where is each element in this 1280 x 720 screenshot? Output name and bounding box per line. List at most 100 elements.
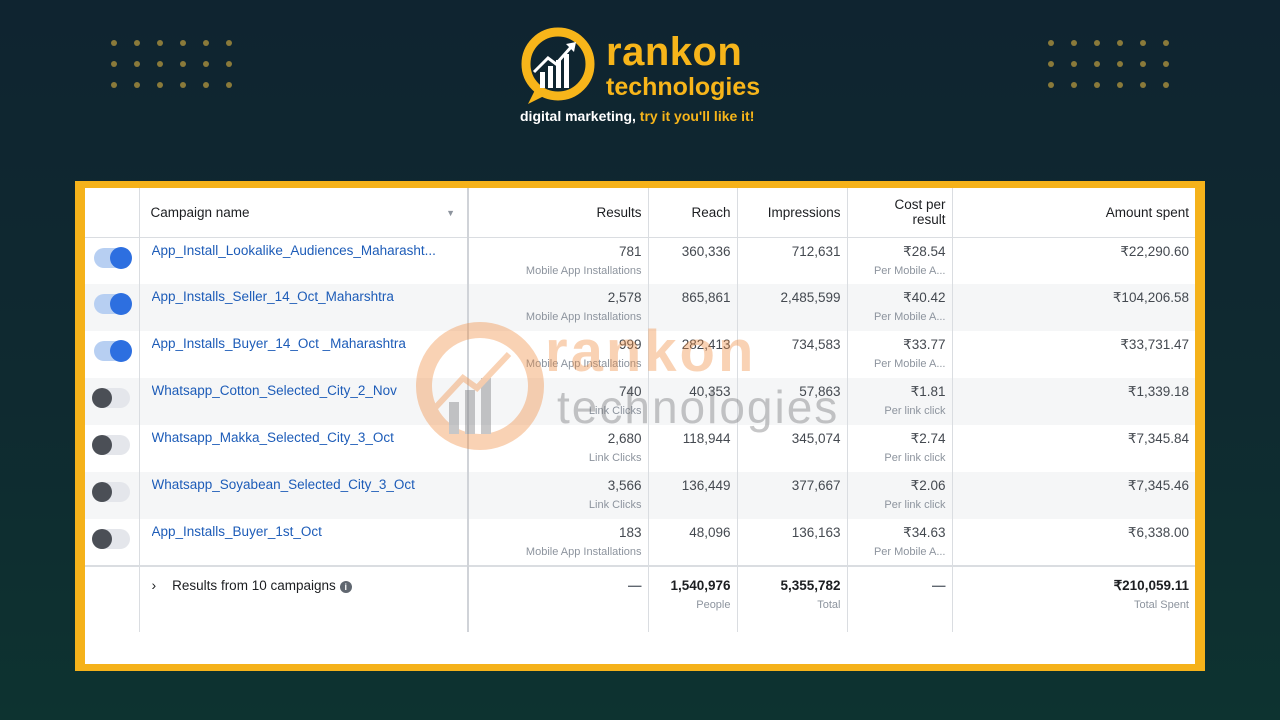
results-value: 740: [618, 384, 642, 399]
cost-type: Per link click: [884, 452, 946, 464]
summary-row: › Results from 10 campaigns i — 1,540,976…: [85, 565, 1195, 632]
cost-type: Per link click: [884, 405, 946, 417]
summary-label: Results from 10 campaigns: [172, 577, 336, 593]
campaign-toggle[interactable]: [93, 293, 132, 315]
campaign-name-link[interactable]: App_Installs_Seller_14_Oct_Maharshtra: [152, 289, 462, 304]
summary-amount-spent: ₹210,059.11: [1113, 578, 1189, 593]
cost-value: ₹34.63: [903, 525, 946, 540]
impressions-value: 57,863: [799, 384, 841, 399]
header-cost-line1: Cost per: [894, 197, 946, 213]
results-value: 2,578: [607, 290, 642, 305]
brand-logo: rankon technologies digital marketing, t…: [518, 26, 768, 128]
impressions-value: 734,583: [791, 337, 841, 352]
cost-type: Per Mobile A...: [873, 546, 946, 558]
summary-amount-spent-sub: Total Spent: [1133, 599, 1189, 611]
table-row: App_Installs_Buyer_1st_Oct 183 Mobile App…: [85, 519, 1195, 566]
reach-value: 282,413: [681, 337, 731, 352]
reach-value: 118,944: [682, 431, 731, 446]
results-value: 999: [618, 337, 642, 352]
decorative-dot-grid-left: [111, 40, 232, 88]
cost-value: ₹2.74: [910, 431, 946, 446]
campaign-name-link[interactable]: App_Install_Lookalike_Audiences_Maharash…: [152, 243, 462, 258]
campaign-name-link[interactable]: Whatsapp_Makka_Selected_City_3_Oct: [152, 430, 462, 445]
campaign-toggle[interactable]: [91, 482, 130, 502]
brand-subname: technologies: [606, 73, 761, 101]
amount-spent-value: ₹33,731.47: [1120, 337, 1189, 352]
reach-value: 360,336: [681, 243, 731, 259]
campaign-toggle[interactable]: [91, 529, 130, 549]
impressions-value: 136,163: [791, 525, 841, 540]
header-results[interactable]: Results: [468, 188, 649, 238]
tagline-accent: try it you'll like it!: [635, 108, 755, 124]
info-icon[interactable]: i: [339, 580, 352, 593]
header-cost-line2: result: [912, 212, 946, 228]
results-type: Mobile App Installations: [525, 358, 642, 370]
campaign-toggle[interactable]: [91, 388, 130, 408]
campaign-toggle[interactable]: [93, 246, 132, 269]
tagline-main: digital marketing,: [520, 108, 636, 124]
amount-spent-value: ₹7,345.46: [1127, 478, 1189, 493]
results-value: 2,680: [607, 431, 642, 446]
reach-value: 48,096: [689, 525, 731, 540]
impressions-value: 712,631: [791, 243, 841, 259]
table-header-row: Campaign name ▼ Results Reach Impressions…: [85, 188, 1195, 238]
summary-results: —: [628, 578, 642, 593]
summary-cost: —: [932, 578, 946, 593]
impressions-value: 2,485,599: [780, 290, 841, 305]
cost-type: Per link click: [884, 499, 946, 511]
amount-spent-value: ₹1,339.18: [1127, 384, 1189, 399]
decorative-dot-grid-right: [1048, 40, 1169, 88]
amount-spent-value: ₹104,206.58: [1112, 290, 1189, 305]
summary-reach-sub: People: [696, 599, 731, 611]
header-campaign-name-label: Campaign name: [150, 204, 250, 220]
cost-value: ₹40.42: [903, 290, 946, 305]
results-type: Mobile App Installations: [525, 264, 642, 277]
summary-reach: 1,540,976: [670, 578, 731, 593]
header-campaign-name[interactable]: Campaign name ▼: [139, 188, 469, 238]
header-reach[interactable]: Reach: [648, 188, 738, 238]
cost-value: ₹1.81: [910, 384, 946, 399]
toggle-knob: [91, 388, 112, 408]
summary-impressions-sub: Total: [817, 599, 841, 611]
results-value: 3,566: [607, 478, 642, 493]
campaign-toggle[interactable]: [91, 435, 130, 455]
sort-caret-icon[interactable]: ▼: [446, 208, 455, 218]
summary-expander[interactable]: › Results from 10 campaigns i: [152, 577, 352, 593]
reach-value: 136,449: [681, 478, 731, 493]
amount-spent-value: ₹7,345.84: [1127, 431, 1189, 446]
chevron-right-icon[interactable]: ›: [152, 577, 157, 593]
campaign-name-link[interactable]: Whatsapp_Cotton_Selected_City_2_Nov: [152, 383, 462, 398]
brand-tagline: digital marketing, try it you'll like it…: [520, 108, 754, 124]
header-toggle-column: [85, 188, 140, 238]
header-cost-per-result[interactable]: Cost per result: [847, 188, 953, 238]
table-row: App_Install_Lookalike_Audiences_Maharash…: [85, 237, 1195, 284]
table-row: Whatsapp_Cotton_Selected_City_2_Nov 740 L…: [85, 378, 1195, 425]
brand-name: rankon: [606, 30, 743, 74]
cost-value: ₹33.77: [903, 337, 946, 352]
cost-type: Per Mobile A...: [873, 358, 946, 370]
cost-value: ₹28.54: [903, 243, 946, 259]
rankon-logo-icon: [521, 27, 595, 104]
campaign-name-link[interactable]: Whatsapp_Soyabean_Selected_City_3_Oct: [152, 477, 462, 492]
impressions-value: 345,074: [791, 431, 841, 446]
toggle-knob: [109, 340, 132, 362]
impressions-value: 377,667: [791, 478, 841, 493]
campaign-name-link[interactable]: App_Installs_Buyer_1st_Oct: [152, 524, 462, 539]
toggle-knob: [91, 435, 112, 455]
campaigns-table: Campaign name ▼ Results Reach Impressions…: [85, 188, 1195, 632]
cost-value: ₹2.06: [910, 478, 946, 493]
ads-manager-table-panel: rankon technologies Campaign name ▼ Resul…: [85, 188, 1195, 664]
table-row: App_Installs_Seller_14_Oct_Maharshtra 2,…: [85, 284, 1195, 331]
table-row: Whatsapp_Soyabean_Selected_City_3_Oct 3,…: [85, 472, 1195, 519]
header-impressions[interactable]: Impressions: [737, 188, 848, 238]
amount-spent-value: ₹22,290.60: [1120, 243, 1189, 259]
screenshot-frame: rankon technologies Campaign name ▼ Resul…: [75, 181, 1205, 671]
header-amount-spent[interactable]: Amount spent: [952, 188, 1195, 238]
summary-impressions: 5,355,782: [780, 578, 841, 593]
table-row: App_Installs_Buyer_14_Oct _Maharashtra 9…: [85, 331, 1195, 378]
campaign-name-link[interactable]: App_Installs_Buyer_14_Oct _Maharashtra: [152, 336, 462, 351]
cost-type: Per Mobile A...: [873, 311, 946, 323]
campaign-toggle[interactable]: [93, 340, 132, 362]
cost-type: Per Mobile A...: [873, 264, 946, 277]
results-value: 781: [618, 243, 642, 259]
